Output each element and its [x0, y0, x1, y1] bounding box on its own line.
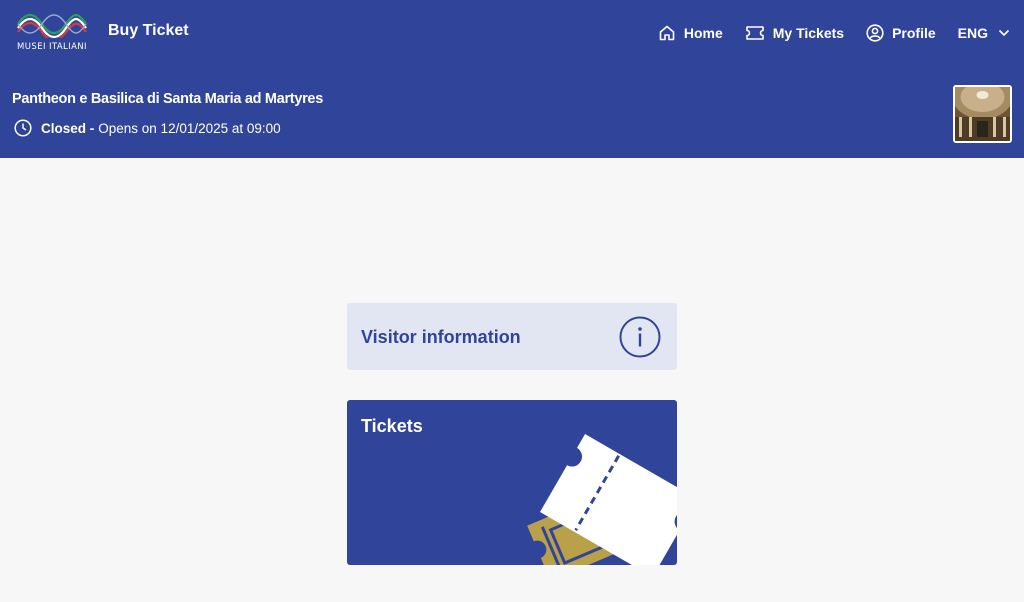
- status-opens: Opens on 12/01/2025 at 09:00: [98, 120, 281, 136]
- tickets-card[interactable]: Tickets: [347, 400, 677, 565]
- logo-text: MUSEI ITALIANI: [17, 42, 87, 52]
- opening-status: Closed - Opens on 12/01/2025 at 09:00: [14, 119, 281, 137]
- pantheon-image: [955, 87, 1010, 141]
- site-title: Pantheon e Basilica di Santa Maria ad Ma…: [12, 91, 323, 107]
- home-icon: [659, 25, 675, 41]
- nav-profile[interactable]: Profile: [866, 24, 936, 42]
- chevron-down-icon: [998, 29, 1010, 37]
- ticket-icon: [745, 26, 764, 40]
- clock-icon: [14, 119, 32, 137]
- site-thumbnail[interactable]: [953, 85, 1012, 143]
- language-selector[interactable]: ENG: [958, 25, 1010, 41]
- tickets-illustration-icon: [527, 434, 677, 565]
- app-header: MUSEI ITALIANI Buy Ticket Home My Ticket…: [0, 0, 1024, 158]
- app-title: Buy Ticket: [108, 22, 189, 39]
- status-closed: Closed -: [41, 120, 95, 136]
- musei-italiani-logo[interactable]: MUSEI ITALIANI: [14, 12, 90, 54]
- logo-waves-icon: [17, 13, 87, 38]
- nav-my-tickets-label: My Tickets: [772, 25, 845, 41]
- nav-profile-label: Profile: [892, 25, 936, 41]
- info-icon: [619, 316, 661, 358]
- user-circle-icon: [866, 24, 884, 42]
- nav-home[interactable]: Home: [658, 24, 723, 42]
- nav-home-label: Home: [683, 25, 723, 41]
- visitor-information-card[interactable]: Visitor information: [347, 303, 677, 370]
- main-nav: Home My Tickets Profile ENG: [636, 22, 1010, 44]
- nav-my-tickets[interactable]: My Tickets: [745, 25, 844, 41]
- language-label: ENG: [957, 25, 988, 41]
- visitor-information-label: Visitor information: [361, 327, 521, 347]
